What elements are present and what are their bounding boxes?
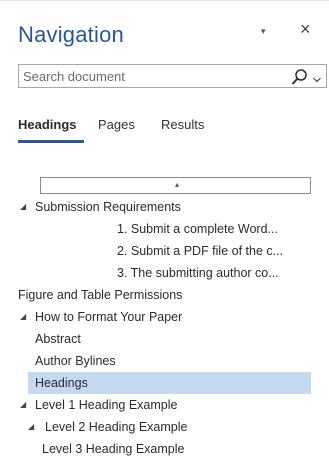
pane-close-icon[interactable]: × <box>300 20 311 38</box>
pane-options-chevron-down-icon[interactable]: ▾ <box>261 26 266 37</box>
tree-node[interactable]: ◢ Level 1 Heading Example <box>0 394 329 416</box>
top-divider <box>0 0 329 1</box>
tree-node[interactable]: Headings <box>0 372 329 394</box>
search-options-chevron-down-icon[interactable] <box>312 72 322 83</box>
tree-node[interactable]: Figure and Table Permissions <box>0 284 329 306</box>
tree-node[interactable]: ◢ Level 2 Heading Example <box>0 416 329 438</box>
tree-node[interactable]: 1. Submit a complete Word... <box>0 218 329 240</box>
tree-node-label: 1. Submit a complete Word... <box>117 222 278 236</box>
tree-node-label: How to Format Your Paper <box>35 310 183 324</box>
tree-node-label: 2. Submit a PDF file of the c... <box>117 244 284 258</box>
collapse-up-icon: ▴ <box>175 180 180 189</box>
tree-node-label: Level 3 Heading Example <box>42 442 185 456</box>
triangle-expanded-icon[interactable]: ◢ <box>20 394 26 416</box>
tree-node-label: Abstract <box>35 332 81 346</box>
tab-results[interactable]: Results <box>161 117 204 132</box>
tree-node-label: Level 2 Heading Example <box>45 420 188 434</box>
active-tab-indicator <box>18 140 84 143</box>
triangle-expanded-icon[interactable]: ◢ <box>20 196 26 218</box>
search-box <box>18 64 327 88</box>
tree-node-label: Headings <box>35 376 88 390</box>
tab-headings[interactable]: Headings <box>18 117 77 132</box>
tree-node[interactable]: 3. The submitting author co... <box>0 262 329 284</box>
triangle-expanded-icon[interactable]: ◢ <box>28 416 34 438</box>
collapse-all-button[interactable]: ▴ <box>40 177 311 194</box>
search-icon[interactable] <box>291 68 309 86</box>
tree-node[interactable]: 2. Submit a PDF file of the c... <box>0 240 329 262</box>
tree-node-label: Figure and Table Permissions <box>18 288 183 302</box>
triangle-expanded-icon[interactable]: ◢ <box>20 306 26 328</box>
pane-title: Navigation <box>18 22 124 47</box>
tree-node[interactable]: ◢ How to Format Your Paper <box>0 306 329 328</box>
tree-node-label: Author Bylines <box>35 354 116 368</box>
tab-pages[interactable]: Pages <box>98 117 135 132</box>
tree-node[interactable]: ◢ Submission Requirements <box>0 196 329 218</box>
tree-node-label: Level 1 Heading Example <box>35 398 178 412</box>
tree-node[interactable]: Author Bylines <box>0 350 329 372</box>
tree-node-label: 3. The submitting author co... <box>117 266 279 280</box>
tree-node[interactable]: Level 3 Heading Example <box>0 438 329 460</box>
tree-node-label: Submission Requirements <box>35 200 181 214</box>
search-input[interactable] <box>19 65 273 87</box>
tree-node[interactable]: Abstract <box>0 328 329 350</box>
